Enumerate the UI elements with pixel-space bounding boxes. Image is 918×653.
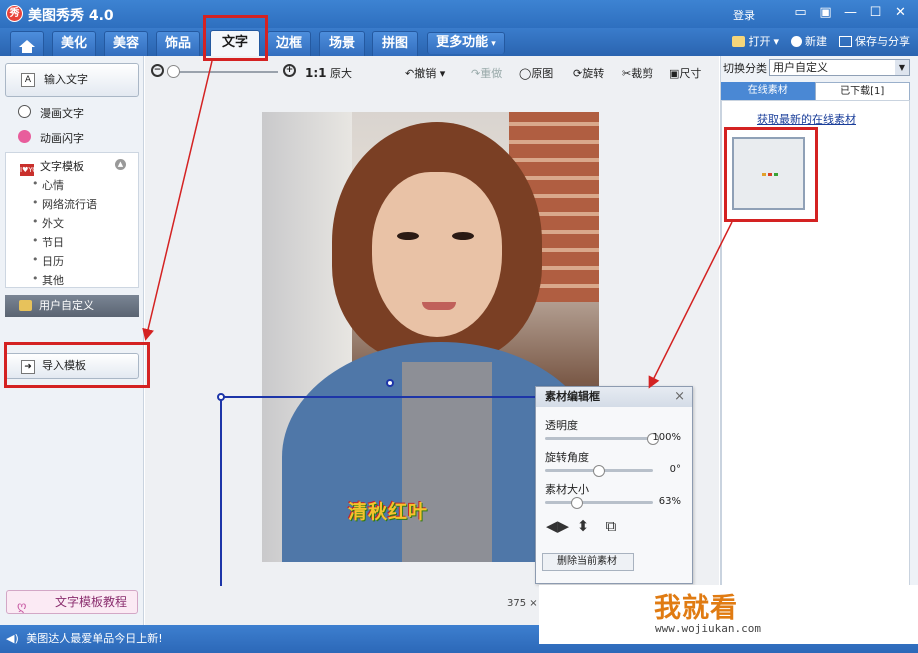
status-message[interactable]: 美图达人最爱单品今日上新! xyxy=(26,632,162,645)
site-watermark: 我就看 www.wojiukan.com xyxy=(539,585,918,644)
speaker-icon: ◀) xyxy=(6,632,19,645)
annotation-arrows xyxy=(142,60,733,389)
watermark-title: 我就看 xyxy=(654,593,738,624)
annotation-arrow xyxy=(142,60,213,341)
annotation-arrow xyxy=(648,221,733,389)
watermark-url: www.wojiukan.com xyxy=(655,622,761,635)
